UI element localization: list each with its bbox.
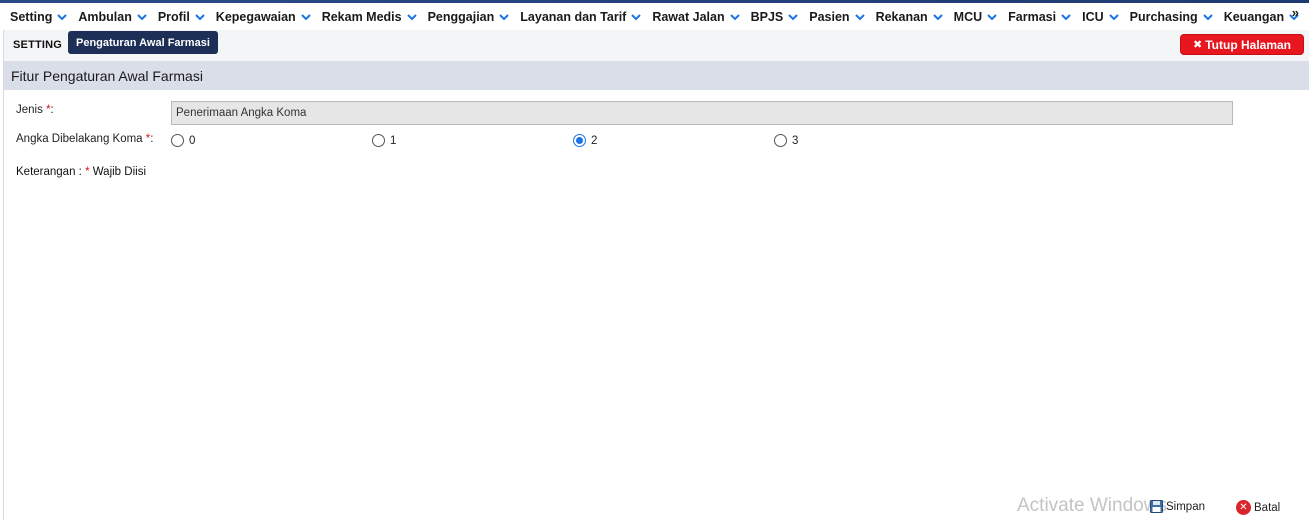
menu-item-keuangan[interactable]: Keuangan [1224, 10, 1300, 24]
tab-pengaturan-awal-farmasi[interactable]: Pengaturan Awal Farmasi [68, 31, 218, 54]
menu-label: MCU [953, 9, 983, 24]
radio-button[interactable] [171, 134, 184, 147]
radio-label: 1 [390, 134, 397, 147]
chevron-down-icon [1060, 11, 1072, 23]
save-button[interactable]: Simpan [1150, 500, 1205, 513]
menu-label: Profil [157, 9, 190, 24]
menu-label: Kepegawaian [215, 9, 296, 24]
save-icon [1150, 500, 1163, 513]
cancel-button[interactable]: ✕ Batal [1236, 500, 1280, 515]
breadcrumb-section: SETTING [13, 39, 63, 51]
jenis-label: Jenis *: [16, 104, 54, 116]
required-mark: * [85, 166, 90, 178]
menu-item-setting[interactable]: Setting [10, 10, 68, 24]
menu-item-purchasing[interactable]: Purchasing [1130, 10, 1214, 24]
chevron-down-icon [498, 11, 510, 23]
radio-option-3[interactable]: 3 [774, 134, 798, 147]
chevron-down-icon [729, 11, 741, 23]
main-menu-bar: Setting Ambulan Profil Kepegawaian Rekam… [0, 3, 1309, 30]
left-border [3, 30, 4, 520]
chevron-down-icon [300, 11, 312, 23]
menu-item-pasien[interactable]: Pasien [809, 10, 865, 24]
radio-option-0[interactable]: 0 [171, 134, 195, 147]
chevron-down-icon [136, 11, 148, 23]
menu-label: Rawat Jalan [652, 9, 725, 24]
menu-label: Purchasing [1129, 9, 1198, 24]
activate-windows-watermark: Activate Windows [1017, 495, 1167, 516]
chevron-down-icon [630, 11, 642, 23]
chevron-down-icon [194, 11, 206, 23]
radio-button[interactable] [573, 134, 586, 147]
chevron-down-icon [932, 11, 944, 23]
menu-label: Ambulan [78, 9, 132, 24]
cancel-icon: ✕ [1236, 500, 1251, 515]
menu-label: Rekanan [875, 9, 928, 24]
menu-item-profil[interactable]: Profil [158, 10, 206, 24]
menu-more-button[interactable]: » [1292, 5, 1299, 20]
menu-item-bpjs[interactable]: BPJS [751, 10, 800, 24]
close-icon: ✖ [1193, 39, 1203, 51]
menu-label: Farmasi [1008, 9, 1057, 24]
close-page-button[interactable]: ✖ Tutup Halaman [1180, 34, 1304, 55]
tab-bar: SETTING Pengaturan Awal Farmasi ✖ Tutup … [4, 30, 1309, 61]
menu-item-farmasi[interactable]: Farmasi [1008, 10, 1072, 24]
chevron-down-icon [1108, 11, 1120, 23]
radio-label: 0 [189, 134, 196, 147]
radio-option-1[interactable]: 1 [372, 134, 396, 147]
menu-label: Setting [10, 9, 53, 24]
menu-item-ambulan[interactable]: Ambulan [78, 10, 147, 24]
menu-item-mcu[interactable]: MCU [954, 10, 998, 24]
radio-button[interactable] [774, 134, 787, 147]
jenis-field[interactable] [171, 101, 1233, 125]
chevron-down-icon [406, 11, 418, 23]
radio-label: 2 [591, 134, 598, 147]
chevron-down-icon [1202, 11, 1214, 23]
chevron-down-icon [787, 11, 799, 23]
radio-label: 3 [792, 134, 799, 147]
menu-label: Penggajian [427, 9, 495, 24]
menu-label: BPJS [750, 9, 784, 24]
chevron-down-icon [854, 11, 866, 23]
menu-item-layanan-dan-tarif[interactable]: Layanan dan Tarif [520, 10, 642, 24]
radio-option-2[interactable]: 2 [573, 134, 597, 147]
menu-label: Keuangan [1223, 9, 1285, 24]
chevron-down-icon [986, 11, 998, 23]
menu-item-kepegawaian[interactable]: Kepegawaian [216, 10, 312, 24]
page-title: Fitur Pengaturan Awal Farmasi [4, 61, 1309, 90]
menu-item-icu[interactable]: ICU [1082, 10, 1120, 24]
menu-label: ICU [1082, 9, 1104, 24]
close-page-label: Tutup Halaman [1205, 37, 1291, 52]
menu-label: Rekam Medis [321, 9, 402, 24]
required-note: Keterangan : * Wajib Diisi [16, 166, 146, 178]
cancel-label: Batal [1254, 501, 1281, 514]
menu-item-penggajian[interactable]: Penggajian [428, 10, 511, 24]
menu-item-rawat-jalan[interactable]: Rawat Jalan [652, 10, 740, 24]
menu-item-rekanan[interactable]: Rekanan [876, 10, 944, 24]
save-label: Simpan [1166, 500, 1205, 513]
menu-label: Layanan dan Tarif [520, 9, 627, 24]
radio-button[interactable] [372, 134, 385, 147]
chevron-down-icon [56, 11, 68, 23]
menu-item-rekam-medis[interactable]: Rekam Medis [322, 10, 418, 24]
menu-label: Pasien [809, 9, 850, 24]
angka-dibelakang-koma-label: Angka Dibelakang Koma *: [16, 133, 154, 145]
